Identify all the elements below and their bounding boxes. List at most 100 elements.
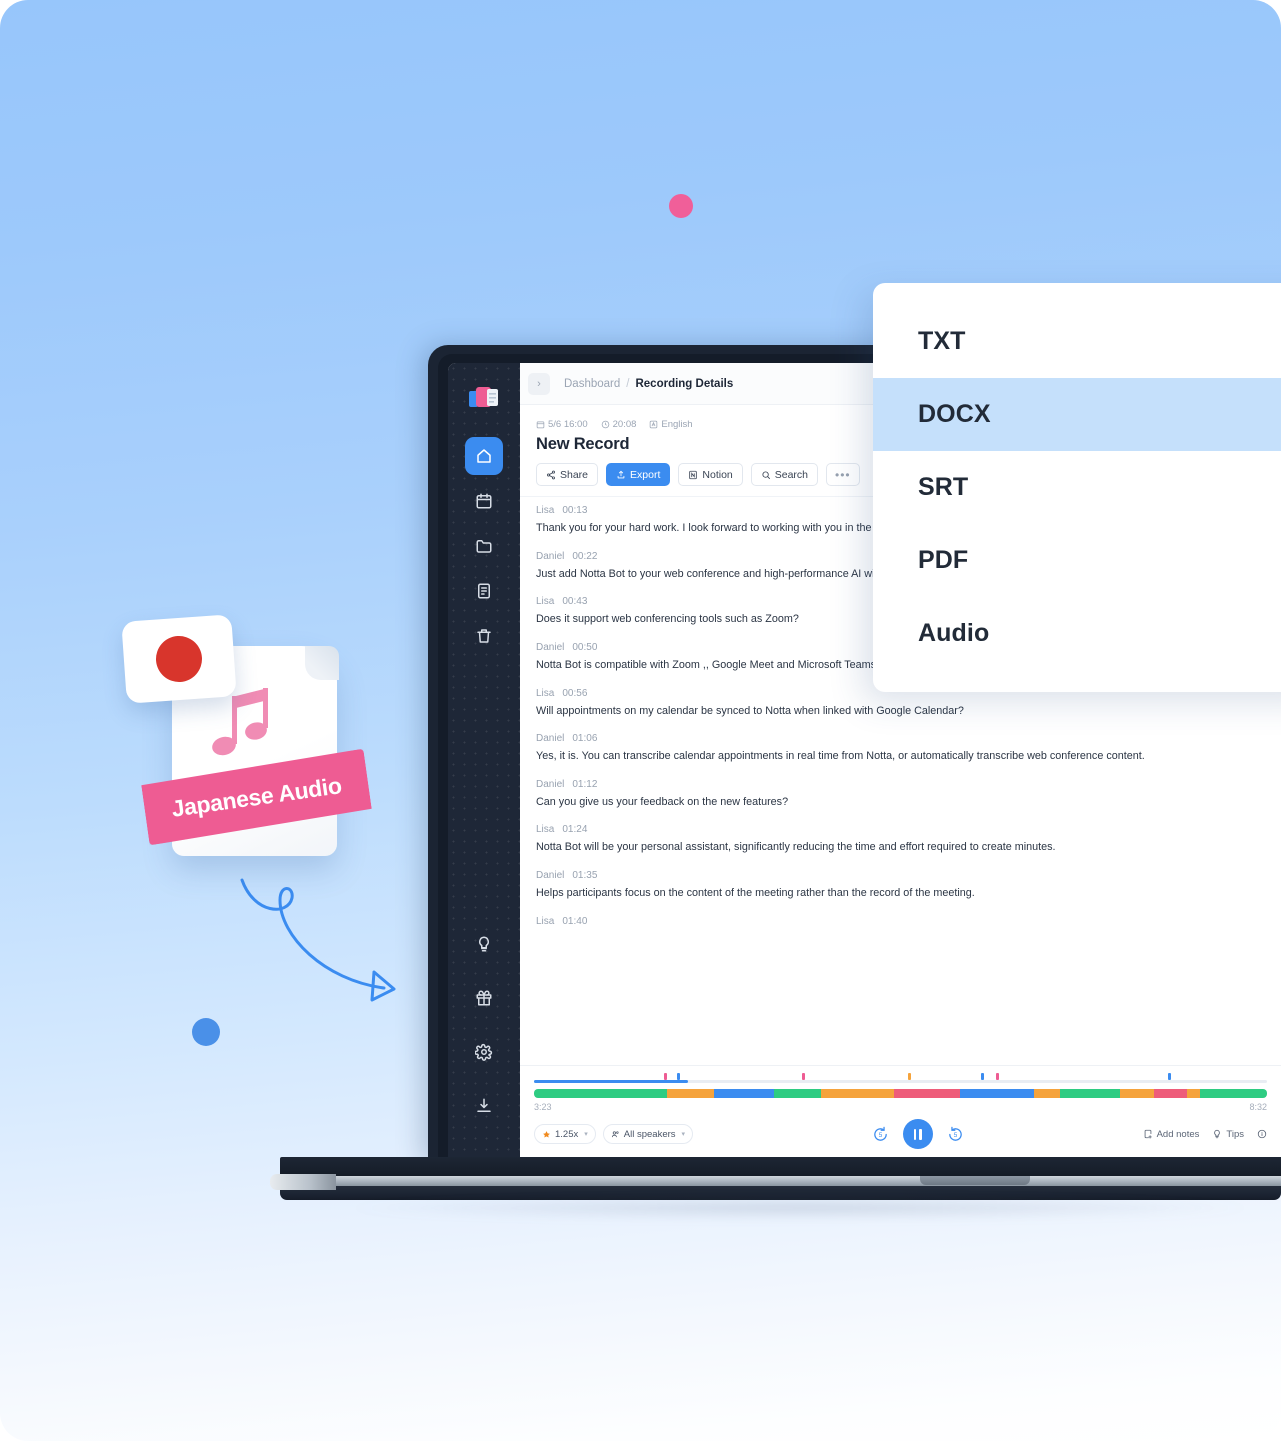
waveform-segment (534, 1089, 668, 1098)
transcript-timestamp[interactable]: 00:13 (562, 505, 587, 516)
transcript-timestamp[interactable]: 00:43 (562, 596, 587, 607)
tips-button[interactable]: Tips (1212, 1129, 1244, 1140)
transcript-speaker: Daniel (536, 641, 565, 653)
laptop-base-foot (270, 1174, 336, 1190)
promo-scene: › Dashboard / Recording Details 5/6 16:0… (0, 0, 1281, 1441)
add-notes-button[interactable]: Add notes (1143, 1128, 1200, 1140)
sidebar-item-folder[interactable] (465, 527, 503, 565)
transcript-timestamp[interactable]: 01:40 (562, 916, 587, 927)
transcript-timestamp[interactable]: 01:24 (562, 824, 587, 835)
transcript-item[interactable]: Daniel 01:35 Helps participants focus on t… (536, 870, 1265, 902)
timeline-marker[interactable] (676, 1073, 680, 1080)
waveform-segment (1200, 1089, 1267, 1098)
export-button[interactable]: Export (606, 463, 671, 486)
transcript-timestamp[interactable]: 01:12 (572, 779, 597, 790)
speaker-filter-select[interactable]: All speakers ▾ (602, 1124, 694, 1144)
svg-text:5: 5 (879, 1131, 883, 1138)
record-date: 5/6 16:00 (536, 419, 588, 430)
transcript-item-header: Daniel 01:35 (536, 870, 1265, 881)
forward-5-button[interactable]: 5 (947, 1126, 964, 1143)
transcript-speaker: Lisa (536, 824, 555, 836)
waveform-segment (1153, 1089, 1188, 1098)
transcript-item-header: Lisa 01:40 (536, 916, 1265, 927)
share-icon (547, 470, 555, 479)
add-notes-label: Add notes (1156, 1128, 1200, 1140)
speaker-filter-label: All speakers (623, 1128, 676, 1140)
calendar-icon (536, 421, 545, 429)
transcript-item[interactable]: Lisa 00:56 Will appointments on my calenda… (536, 688, 1265, 720)
transcript-timestamp[interactable]: 01:06 (572, 733, 597, 744)
sidebar-collapse-button[interactable]: › (528, 372, 550, 395)
add-note-icon (1144, 1129, 1152, 1139)
ribbon-label: Japanese Audio (169, 771, 344, 822)
export-menu-item-pdf[interactable]: PDF (873, 524, 1281, 597)
sidebar-item-trash[interactable] (465, 617, 503, 655)
breadcrumb-separator: / (626, 377, 630, 390)
laptop-shadow (350, 1197, 1250, 1219)
transcript-timestamp[interactable]: 00:22 (572, 551, 597, 562)
timeline-marker[interactable] (1168, 1073, 1172, 1080)
speaker-waveform[interactable] (534, 1089, 1267, 1098)
chevron-down-icon: ▾ (681, 1131, 686, 1138)
sidebar-item-settings[interactable] (465, 1033, 503, 1071)
export-menu-item-label: PDF (918, 546, 969, 574)
export-menu-item-docx[interactable]: DOCX (873, 378, 1281, 451)
bulb-icon (1214, 1129, 1221, 1139)
pause-bar-left (913, 1128, 917, 1140)
waveform-segment (1120, 1089, 1154, 1098)
search-button[interactable]: Search (750, 463, 819, 486)
search-label: Search (774, 468, 809, 481)
more-options-button[interactable]: ••• (826, 463, 860, 486)
notion-button[interactable]: Notion (678, 463, 743, 486)
sidebar-item-download[interactable] (465, 1087, 503, 1125)
export-icon (617, 470, 625, 478)
sidebar-item-home[interactable] (465, 437, 503, 475)
timeline-marker[interactable] (801, 1073, 805, 1080)
transcript-item[interactable]: Daniel 01:12 Can you give us your feedback… (536, 779, 1265, 811)
transcript-timestamp[interactable]: 00:50 (572, 642, 597, 653)
share-button[interactable]: Share (536, 463, 599, 486)
transcript-text: Yes, it is. You can transcribe calendar … (536, 750, 1145, 763)
japanese-audio-badge: Japanese Audio (110, 614, 400, 888)
export-menu-item-label: Audio (918, 619, 990, 647)
transcript-speaker: Lisa (536, 687, 555, 699)
playback-speed-select[interactable]: 1.25x ▾ (534, 1124, 596, 1144)
record-language-text: English (661, 419, 693, 430)
export-menu-item-label: TXT (918, 327, 966, 355)
transcript-speaker: Lisa (536, 505, 555, 516)
laptop-base-notch (920, 1176, 1030, 1185)
chevron-down-icon: ▾ (584, 1131, 588, 1138)
language-icon (650, 420, 658, 429)
rewind-5-button[interactable]: 5 (872, 1126, 889, 1143)
app-sidebar (448, 363, 520, 1159)
waveform-segment (667, 1089, 714, 1098)
timeline-marker[interactable] (995, 1073, 999, 1080)
info-button[interactable] (1257, 1129, 1267, 1139)
sidebar-item-calendar[interactable] (465, 482, 503, 520)
transcript-speaker: Lisa (536, 596, 555, 608)
transcript-item[interactable]: Daniel 01:06 Yes, it is. You can transcrib… (536, 733, 1265, 765)
notta-logo-icon[interactable] (469, 385, 499, 411)
export-menu-item-txt[interactable]: TXT (873, 305, 1281, 378)
player-left-controls: 1.25x ▾ All speakers ▾ (534, 1124, 694, 1144)
waveform-segment (1033, 1089, 1061, 1098)
export-menu-item-srt[interactable]: SRT (873, 451, 1281, 524)
export-format-menu[interactable]: TXT DOCX SRT PDF Audio (873, 283, 1281, 692)
timeline-marker[interactable] (907, 1073, 911, 1080)
breadcrumb-root[interactable]: Dashboard (564, 378, 620, 390)
transcript-speaker: Lisa (536, 915, 555, 927)
sidebar-item-gift[interactable] (465, 979, 503, 1017)
pause-button[interactable] (902, 1119, 933, 1149)
transcript-item[interactable]: Lisa 01:24 Notta Bot will be your personal… (536, 824, 1265, 856)
export-menu-item-audio[interactable]: Audio (873, 597, 1281, 670)
transcript-timestamp[interactable]: 00:56 (562, 688, 587, 699)
sidebar-item-notes[interactable] (465, 572, 503, 610)
transcript-speaker: Daniel (536, 778, 565, 790)
transcript-item[interactable]: Lisa 01:40 (536, 916, 1265, 927)
pink-dot-decoration (669, 194, 693, 218)
transcript-timestamp[interactable]: 01:35 (572, 870, 597, 881)
timeline-marker[interactable] (981, 1073, 985, 1080)
waveform-segment (1060, 1089, 1121, 1098)
sidebar-item-tips[interactable] (465, 925, 503, 963)
timeline-marker[interactable] (664, 1073, 668, 1080)
